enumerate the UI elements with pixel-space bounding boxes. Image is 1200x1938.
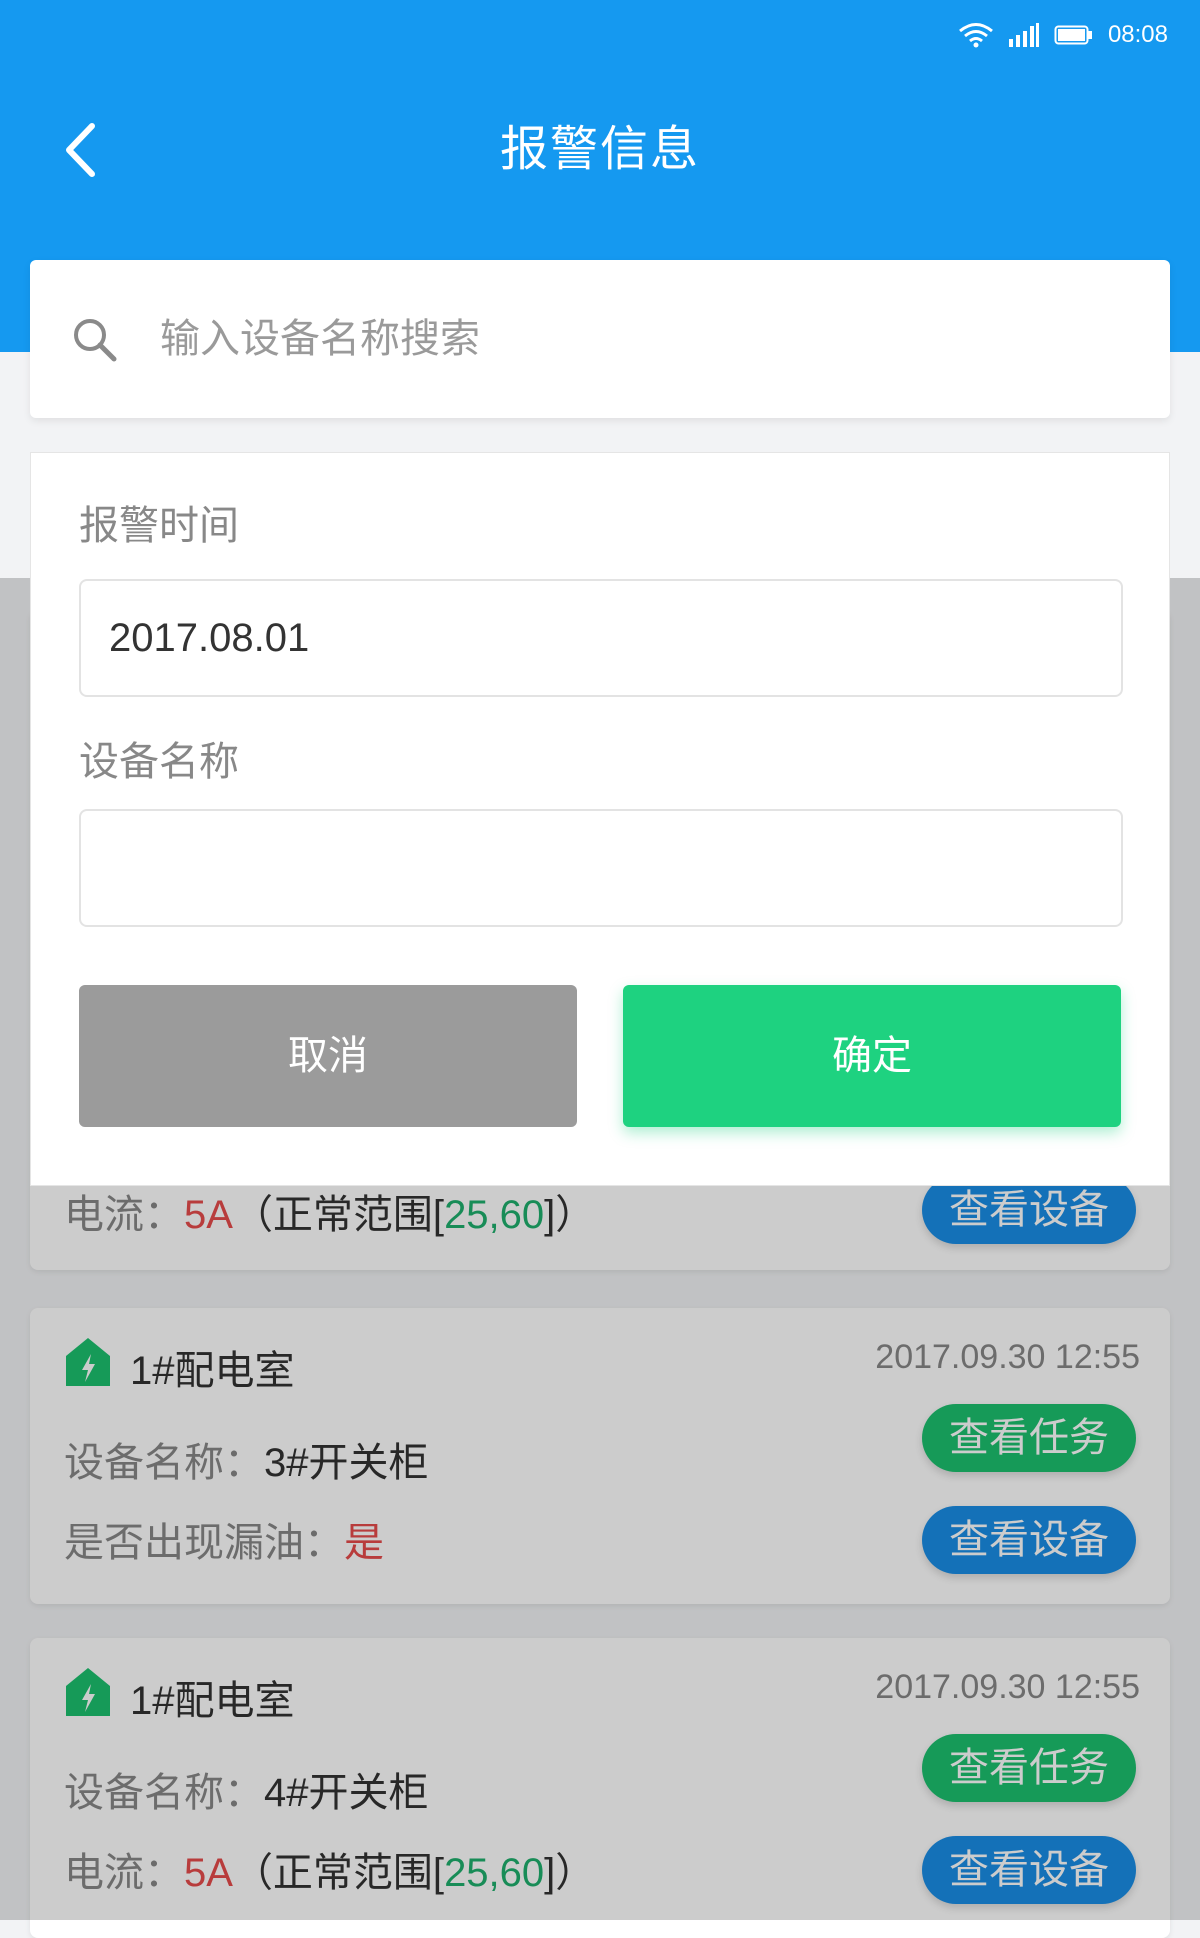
search-icon xyxy=(74,319,117,362)
confirm-button[interactable]: 确定 xyxy=(623,985,1121,1127)
search-bar xyxy=(30,260,1170,418)
filter-panel: 报警时间 2017.08.01 设备名称 取消 确定 xyxy=(30,452,1170,1186)
wifi-icon xyxy=(958,23,993,48)
alarm-time-field[interactable]: 2017.08.01 xyxy=(79,579,1123,697)
alarm-time-label: 报警时间 xyxy=(79,504,239,548)
device-name-label: 设备名称 xyxy=(79,740,239,784)
page-title: 报警信息 xyxy=(499,123,700,176)
battery-icon xyxy=(1054,25,1092,45)
status-time: 08:08 xyxy=(1107,21,1168,48)
device-name-field[interactable] xyxy=(79,809,1123,927)
search-input[interactable] xyxy=(158,315,1062,363)
status-bar: 08:08 xyxy=(958,18,1168,52)
signal-icon xyxy=(1008,23,1039,47)
cancel-button[interactable]: 取消 xyxy=(79,985,577,1127)
